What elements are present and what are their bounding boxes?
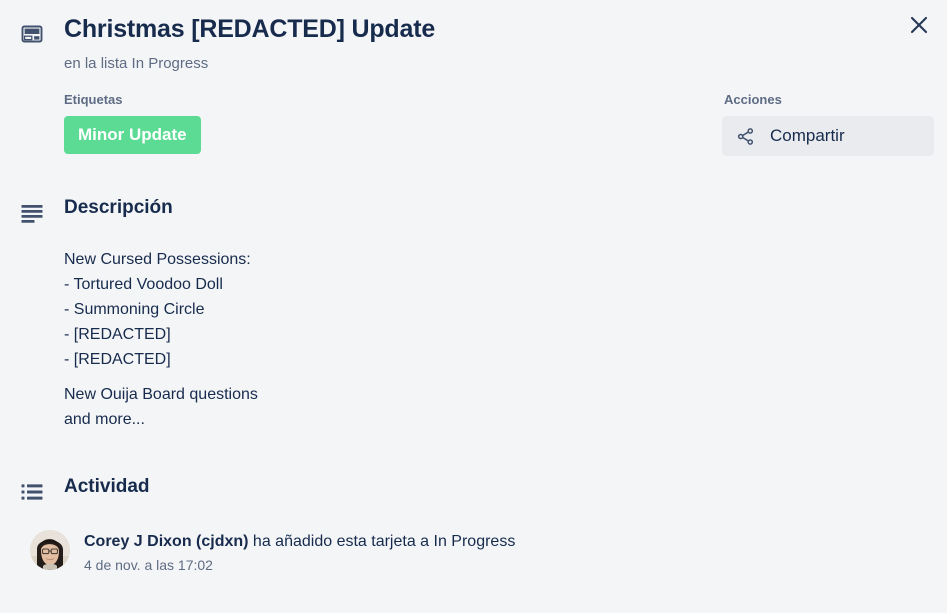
card-list-subtitle-text[interactable]: en la lista In Progress [64,55,208,72]
description-body[interactable]: New Cursed Possessions: - Tortured Voodo… [64,247,670,432]
description-paragraph: New Ouija Board questions and more... [64,382,670,432]
card-side-column: Acciones Compartir [722,92,934,156]
labels-list: Minor Update [64,116,670,154]
description-line: New Ouija Board questions [64,386,258,403]
labels-section: Etiquetas Minor Update [20,92,670,154]
description-section: Descripción New Cursed Possessions: - To… [20,196,670,432]
page-title: Christmas [REDACTED] Update [64,15,436,43]
share-icon [736,127,756,146]
description-line: - Tortured Voodoo Doll [64,276,223,293]
share-button[interactable]: Compartir [722,116,934,156]
card-detail-modal: Christmas [REDACTED] Update en la lista … [0,0,947,613]
card-main-column: Etiquetas Minor Update Descripción New C… [20,92,670,574]
activity-item: Corey J Dixon (cjdxn) ha añadido esta ta… [30,530,670,574]
description-line: - [REDACTED] [64,326,171,343]
avatar[interactable] [30,530,70,570]
activity-list: Corey J Dixon (cjdxn) ha añadido esta ta… [20,530,670,574]
description-paragraph: New Cursed Possessions: - Tortured Voodo… [64,247,670,372]
share-button-label: Compartir [770,126,845,145]
activity-list-icon [20,480,48,504]
description-lines-icon [20,201,48,225]
activity-title: Actividad [64,476,150,497]
description-line: - Summoning Circle [64,301,205,318]
description-line: New Cursed Possessions: [64,251,251,268]
activity-entry-text: Corey J Dixon (cjdxn) ha añadido esta ta… [84,531,670,552]
description-line: - [REDACTED] [64,351,171,368]
card-list-subtitle: en la lista In Progress [64,54,887,74]
activity-section: Actividad Corey J Dixon (cjdxn) ha añadi… [20,475,670,574]
card-window-icon [20,22,48,46]
activity-timestamp[interactable]: 4 de nov. a las 17:02 [84,556,670,574]
close-icon [908,14,930,36]
card-header: Christmas [REDACTED] Update en la lista … [0,0,887,74]
description-title: Descripción [64,197,173,218]
activity-member-name[interactable]: Corey J Dixon (cjdxn) [84,533,248,550]
labels-section-title: Etiquetas [64,92,123,107]
activity-action-text: ha añadido esta tarjeta a In Progress [248,533,516,550]
description-line: and more... [64,411,145,428]
label-chip-minor-update[interactable]: Minor Update [64,116,201,154]
close-button[interactable] [899,5,939,45]
actions-section-title: Acciones [724,92,782,107]
